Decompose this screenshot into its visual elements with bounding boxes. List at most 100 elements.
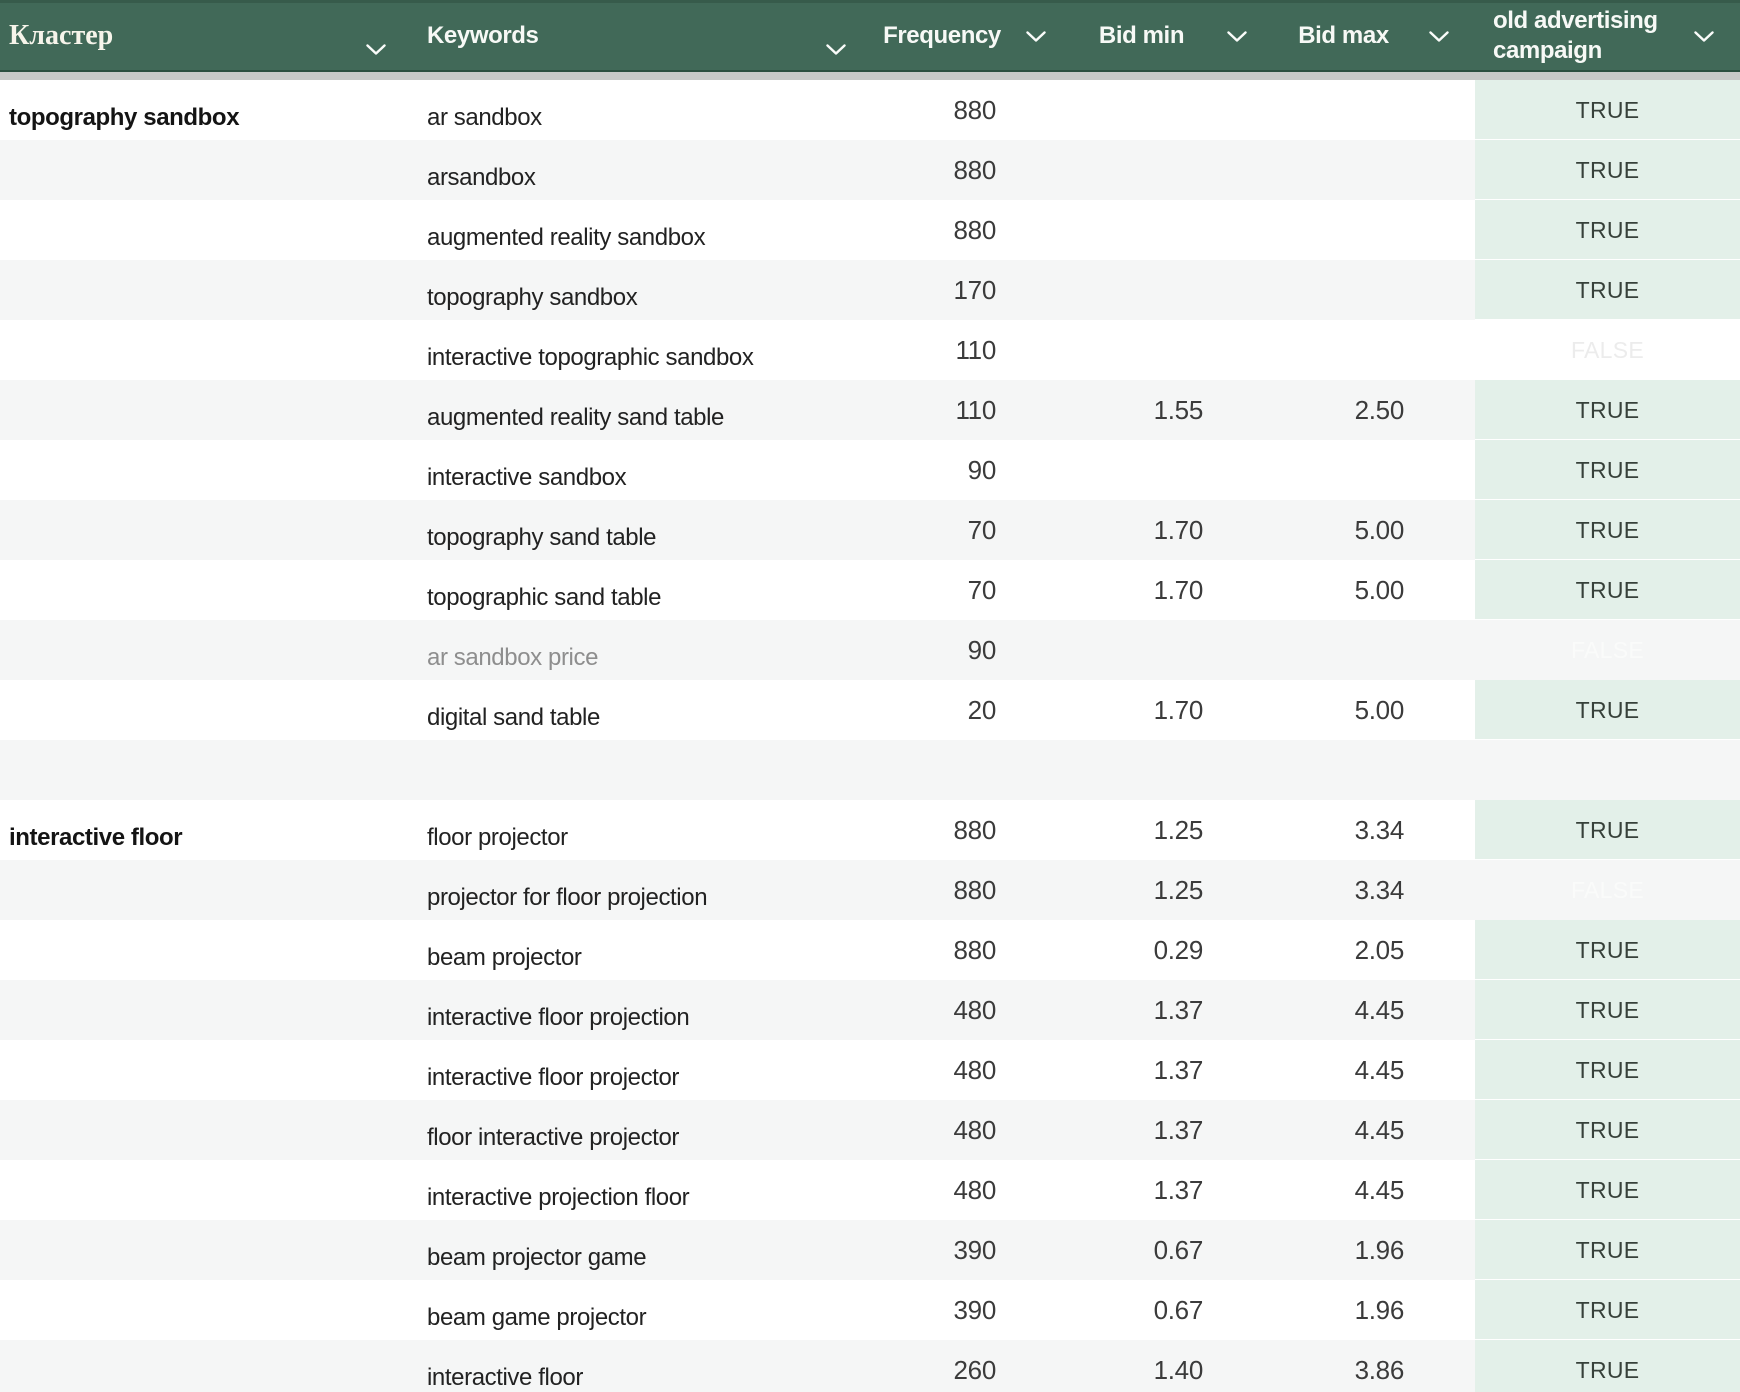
frequency-cell[interactable]: 880 bbox=[858, 140, 1056, 200]
campaign-cell[interactable]: TRUE bbox=[1475, 1220, 1740, 1280]
keyword-cell[interactable]: beam game projector bbox=[410, 1280, 858, 1340]
frequency-cell[interactable]: 70 bbox=[858, 560, 1056, 620]
frequency-cell[interactable]: 170 bbox=[858, 260, 1056, 320]
keyword-cell[interactable]: projector for floor projection bbox=[410, 860, 858, 920]
campaign-cell[interactable]: TRUE bbox=[1475, 680, 1740, 740]
campaign-cell[interactable]: TRUE bbox=[1475, 80, 1740, 140]
keyword-cell[interactable]: interactive projection floor bbox=[410, 1160, 858, 1220]
keyword-cell[interactable]: topography sandbox bbox=[410, 260, 858, 320]
keyword-cell[interactable]: augmented reality sandbox bbox=[410, 200, 858, 260]
frequency-cell[interactable]: 110 bbox=[858, 320, 1056, 380]
bid-max-cell[interactable]: 4.45 bbox=[1258, 1160, 1475, 1220]
bid-min-cell[interactable] bbox=[1056, 740, 1258, 800]
cluster-cell[interactable] bbox=[0, 1220, 410, 1280]
cluster-cell[interactable] bbox=[0, 1100, 410, 1160]
cluster-cell[interactable]: interactive floor bbox=[0, 800, 410, 860]
bid-min-cell[interactable]: 1.25 bbox=[1056, 860, 1258, 920]
cluster-cell[interactable] bbox=[0, 380, 410, 440]
campaign-cell[interactable]: FALSE bbox=[1475, 860, 1740, 920]
bid-max-cell[interactable]: 4.45 bbox=[1258, 1100, 1475, 1160]
keyword-cell[interactable]: augmented reality sand table bbox=[410, 380, 858, 440]
frequency-cell[interactable]: 480 bbox=[858, 1160, 1056, 1220]
keyword-cell[interactable]: arsandbox bbox=[410, 140, 858, 200]
campaign-cell[interactable]: TRUE bbox=[1475, 500, 1740, 560]
keyword-cell[interactable]: floor projector bbox=[410, 800, 858, 860]
bid-max-cell[interactable] bbox=[1258, 200, 1475, 260]
cluster-cell[interactable] bbox=[0, 140, 410, 200]
cluster-filter-chevron-down-icon[interactable] bbox=[366, 44, 386, 55]
bid-max-cell[interactable]: 3.34 bbox=[1258, 860, 1475, 920]
keyword-cell[interactable]: ar sandbox bbox=[410, 80, 858, 140]
keyword-cell[interactable] bbox=[410, 740, 858, 800]
cluster-cell[interactable] bbox=[0, 1040, 410, 1100]
cluster-cell[interactable] bbox=[0, 980, 410, 1040]
bid-min-cell[interactable] bbox=[1056, 440, 1258, 500]
bid-min-cell[interactable] bbox=[1056, 200, 1258, 260]
bid-min-cell[interactable]: 1.70 bbox=[1056, 680, 1258, 740]
cluster-cell[interactable]: topography sandbox bbox=[0, 80, 410, 140]
column-header-keywords[interactable]: Keywords bbox=[410, 0, 858, 72]
bid-min-cell[interactable] bbox=[1056, 260, 1258, 320]
bid-min-cell[interactable]: 1.37 bbox=[1056, 1100, 1258, 1160]
bid-max-cell[interactable] bbox=[1258, 620, 1475, 680]
campaign-cell[interactable]: TRUE bbox=[1475, 560, 1740, 620]
bid-min-filter-chevron-down-icon[interactable] bbox=[1227, 31, 1247, 42]
campaign-cell[interactable]: TRUE bbox=[1475, 1280, 1740, 1340]
campaign-cell[interactable]: TRUE bbox=[1475, 260, 1740, 320]
bid-max-cell[interactable]: 1.96 bbox=[1258, 1220, 1475, 1280]
keywords-filter-chevron-down-icon[interactable] bbox=[826, 44, 846, 55]
campaign-cell[interactable]: TRUE bbox=[1475, 140, 1740, 200]
frequency-cell[interactable]: 880 bbox=[858, 860, 1056, 920]
frequency-cell[interactable]: 110 bbox=[858, 380, 1056, 440]
bid-min-cell[interactable]: 0.29 bbox=[1056, 920, 1258, 980]
bid-min-cell[interactable]: 1.70 bbox=[1056, 560, 1258, 620]
campaign-cell[interactable]: FALSE bbox=[1475, 620, 1740, 680]
bid-max-cell[interactable] bbox=[1258, 740, 1475, 800]
keyword-cell[interactable]: topographic sand table bbox=[410, 560, 858, 620]
bid-min-cell[interactable]: 1.37 bbox=[1056, 1160, 1258, 1220]
column-header-bid-min[interactable]: Bid min bbox=[1056, 0, 1258, 72]
frequency-cell[interactable]: 880 bbox=[858, 920, 1056, 980]
campaign-cell[interactable]: TRUE bbox=[1475, 980, 1740, 1040]
cluster-cell[interactable] bbox=[0, 680, 410, 740]
campaign-cell[interactable]: TRUE bbox=[1475, 440, 1740, 500]
keyword-cell[interactable]: beam projector bbox=[410, 920, 858, 980]
keyword-cell[interactable]: topography sand table bbox=[410, 500, 858, 560]
bid-max-cell[interactable]: 4.45 bbox=[1258, 1040, 1475, 1100]
bid-max-filter-chevron-down-icon[interactable] bbox=[1429, 31, 1449, 42]
bid-max-cell[interactable]: 4.45 bbox=[1258, 980, 1475, 1040]
campaign-cell[interactable]: TRUE bbox=[1475, 800, 1740, 860]
bid-min-cell[interactable]: 1.40 bbox=[1056, 1340, 1258, 1392]
frequency-cell[interactable]: 880 bbox=[858, 800, 1056, 860]
keyword-cell[interactable]: beam projector game bbox=[410, 1220, 858, 1280]
cluster-cell[interactable] bbox=[0, 560, 410, 620]
campaign-cell[interactable]: TRUE bbox=[1475, 1160, 1740, 1220]
cluster-cell[interactable] bbox=[0, 1160, 410, 1220]
keyword-cell[interactable]: interactive floor projector bbox=[410, 1040, 858, 1100]
cluster-cell[interactable] bbox=[0, 920, 410, 980]
cluster-cell[interactable] bbox=[0, 200, 410, 260]
bid-min-cell[interactable]: 1.37 bbox=[1056, 1040, 1258, 1100]
keyword-cell[interactable]: interactive topographic sandbox bbox=[410, 320, 858, 380]
bid-max-cell[interactable] bbox=[1258, 80, 1475, 140]
column-header-frequency[interactable]: Frequency bbox=[858, 0, 1056, 72]
cluster-cell[interactable] bbox=[0, 500, 410, 560]
frequency-cell[interactable]: 480 bbox=[858, 980, 1056, 1040]
frequency-cell[interactable]: 480 bbox=[858, 1040, 1056, 1100]
cluster-cell[interactable] bbox=[0, 620, 410, 680]
frequency-cell[interactable]: 70 bbox=[858, 500, 1056, 560]
bid-max-cell[interactable]: 2.05 bbox=[1258, 920, 1475, 980]
column-header-bid-max[interactable]: Bid max bbox=[1258, 0, 1475, 72]
frequency-cell[interactable]: 390 bbox=[858, 1280, 1056, 1340]
bid-max-cell[interactable]: 1.96 bbox=[1258, 1280, 1475, 1340]
keyword-cell[interactable]: floor interactive projector bbox=[410, 1100, 858, 1160]
frequency-cell[interactable]: 260 bbox=[858, 1340, 1056, 1392]
bid-min-cell[interactable]: 1.37 bbox=[1056, 980, 1258, 1040]
keyword-cell[interactable]: ar sandbox price bbox=[410, 620, 858, 680]
keyword-cell[interactable]: interactive sandbox bbox=[410, 440, 858, 500]
cluster-cell[interactable] bbox=[0, 860, 410, 920]
bid-max-cell[interactable] bbox=[1258, 320, 1475, 380]
campaign-cell[interactable]: TRUE bbox=[1475, 920, 1740, 980]
keyword-cell[interactable]: interactive floor projection bbox=[410, 980, 858, 1040]
bid-min-cell[interactable]: 1.55 bbox=[1056, 380, 1258, 440]
